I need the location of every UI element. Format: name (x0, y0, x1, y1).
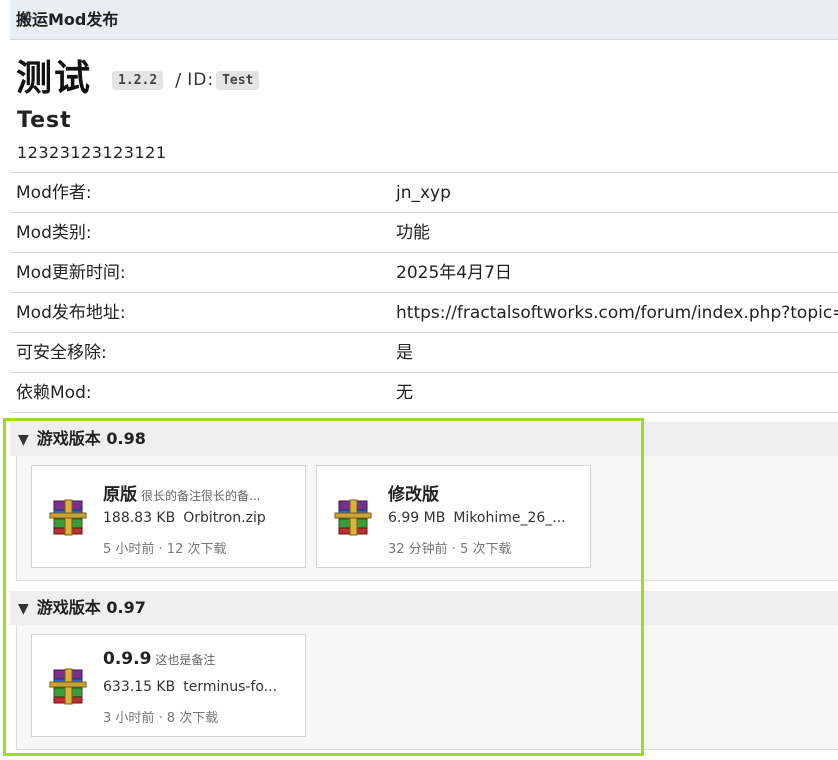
winrar-archive-icon (333, 497, 373, 537)
mod-name: Test (17, 108, 72, 133)
file-list: 原版 很长的备注很长的备... 188.83 KB Orbitron.zip 5 小… (16, 456, 838, 581)
info-row-url: Mod发布地址: https://fractalsoftworks.com/fo… (10, 293, 838, 333)
file-meta: 5 小时前 · 12 次下载 (103, 542, 227, 557)
id-badge: Test (216, 70, 260, 90)
info-value: 是 (396, 343, 413, 363)
info-label: Mod发布地址: (16, 303, 126, 323)
info-label: Mod作者: (16, 183, 92, 203)
triangle-down-icon: ▼ (18, 432, 29, 448)
mod-title-row: 测试 1.2.2 / ID: Test (16, 52, 260, 99)
file-size: 6.99 MB (388, 510, 446, 526)
file-size: 633.15 KB (103, 679, 176, 695)
file-card[interactable]: 原版 很长的备注很长的备... 188.83 KB Orbitron.zip 5 小… (31, 465, 306, 568)
file-meta: 3 小时前 · 8 次下载 (103, 711, 219, 726)
game-version-group-toggle[interactable]: ▼ 游戏版本 0.98 (10, 422, 838, 456)
info-value: jn_xyp (396, 183, 451, 203)
info-label: Mod更新时间: (16, 263, 126, 283)
file-meta: 32 分钟前 · 5 次下载 (388, 542, 512, 557)
info-row-author: Mod作者: jn_xyp (10, 173, 838, 213)
file-filename: Mikohime_26_... (453, 510, 566, 526)
info-row-dependencies: 依赖Mod: 无 (10, 373, 838, 413)
info-value: 无 (396, 383, 413, 403)
mod-description: 12323123123121 (17, 143, 167, 162)
id-label: ID: (187, 70, 215, 90)
version-badge: 1.2.2 (112, 70, 164, 90)
game-version-group-toggle[interactable]: ▼ 游戏版本 0.97 (10, 591, 838, 625)
info-value: 功能 (396, 223, 430, 243)
info-row-updated: Mod更新时间: 2025年4月7日 (10, 253, 838, 293)
mod-info-table: Mod作者: jn_xyp Mod类别: 功能 Mod更新时间: 2025年4月… (10, 172, 838, 413)
file-name: 0.9.9 (103, 649, 152, 669)
file-list: 0.9.9 这也是备注 633.15 KB terminus-fo... 3 小时前… (16, 625, 838, 750)
winrar-archive-icon (48, 497, 88, 537)
info-label: 依赖Mod: (16, 383, 92, 403)
info-label: Mod类别: (16, 223, 92, 243)
id-separator: / (175, 69, 182, 91)
file-card[interactable]: 0.9.9 这也是备注 633.15 KB terminus-fo... 3 小时前… (31, 634, 306, 737)
page-header-title: 搬运Mod发布 (16, 10, 119, 29)
info-row-category: Mod类别: 功能 (10, 213, 838, 253)
file-name: 修改版 (388, 485, 439, 505)
file-note: 这也是备注 (155, 653, 216, 667)
info-row-removable: 可安全移除: 是 (10, 333, 838, 373)
info-value-link[interactable]: https://fractalsoftworks.com/forum/index… (396, 293, 838, 333)
group-title: 游戏版本 0.98 (36, 429, 146, 448)
group-title: 游戏版本 0.97 (36, 598, 146, 617)
file-card[interactable]: 修改版 6.99 MB Mikohime_26_... 32 分钟前 · 5 次下… (316, 465, 591, 568)
file-name: 原版 (103, 485, 137, 505)
info-value: 2025年4月7日 (396, 263, 512, 283)
winrar-archive-icon (48, 666, 88, 706)
file-filename: Orbitron.zip (183, 510, 266, 526)
page-header: 搬运Mod发布 (10, 0, 838, 40)
info-label: 可安全移除: (16, 343, 107, 363)
triangle-down-icon: ▼ (18, 601, 29, 617)
file-note: 很长的备注很长的备... (141, 489, 261, 503)
mod-title: 测试 (16, 58, 93, 99)
file-filename: terminus-fo... (183, 679, 278, 695)
file-size: 188.83 KB (103, 510, 176, 526)
